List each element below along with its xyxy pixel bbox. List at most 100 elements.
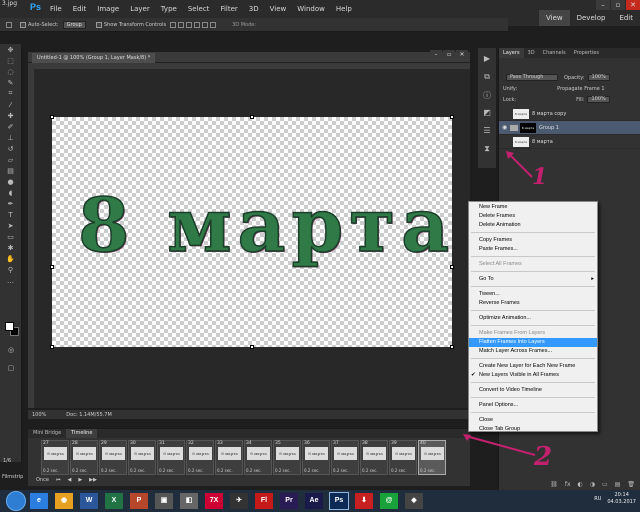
layer-name[interactable]: 8 марта xyxy=(532,139,553,145)
propagate-frame-checkbox[interactable]: Propagate Frame 1 xyxy=(557,86,604,92)
move-tool-icon[interactable]: ✥ xyxy=(4,44,18,55)
shape-tool-icon[interactable]: ▭ xyxy=(4,231,18,242)
stamp-tool-icon[interactable]: ⊥ xyxy=(4,132,18,143)
pen-tool-icon[interactable]: ✒ xyxy=(4,198,18,209)
doc-maximize-button[interactable]: ▫ xyxy=(443,50,455,59)
adjustments-panel-icon[interactable]: ◩ xyxy=(481,108,493,120)
taskbar-app-icon[interactable]: W xyxy=(80,493,98,509)
context-menu-item[interactable]: New Frame xyxy=(469,203,597,212)
menu-file[interactable]: File xyxy=(50,5,62,13)
eye-icon[interactable]: ◉ xyxy=(502,124,510,131)
layer-mask-thumbnail[interactable]: 8 марта xyxy=(520,122,536,133)
hand-tool-icon[interactable]: ✋ xyxy=(4,253,18,264)
workspace-tab-view[interactable]: View xyxy=(538,10,570,26)
transform-handle-mr[interactable] xyxy=(450,265,454,269)
taskbar-app-icon[interactable]: 7X xyxy=(205,493,223,509)
frame-delay-dropdown[interactable]: 0.2 sec. xyxy=(246,468,262,473)
next-frame-icon[interactable]: ▶▶ xyxy=(89,477,97,483)
transform-handle-tl[interactable] xyxy=(50,115,54,119)
context-menu-item[interactable]: Reverse Frames xyxy=(469,299,597,308)
taskbar-app-icon[interactable]: Ps xyxy=(329,492,349,510)
menu-edit[interactable]: Edit xyxy=(73,5,87,13)
tab-properties[interactable]: Properties xyxy=(570,48,603,58)
loop-dropdown[interactable]: Once xyxy=(36,477,49,483)
frame-delay-dropdown[interactable]: 0.2 sec. xyxy=(217,468,233,473)
context-menu-item[interactable]: Copy Frames xyxy=(469,236,597,245)
context-menu-item[interactable]: Match Layer Across Frames... xyxy=(469,347,597,356)
crop-tool-icon[interactable]: ⌗ xyxy=(4,88,18,99)
eraser-tool-icon[interactable]: ▱ xyxy=(4,154,18,165)
history-panel-icon[interactable]: ⧉ xyxy=(481,72,493,84)
play-icon[interactable]: ▶ xyxy=(78,477,82,483)
tab-mini-bridge[interactable]: Mini Bridge xyxy=(28,429,66,438)
tab-timeline[interactable]: Timeline xyxy=(66,429,98,438)
transform-handle-br[interactable] xyxy=(450,345,454,349)
align-top-icon[interactable] xyxy=(170,21,177,28)
fill-input[interactable]: 100% xyxy=(587,96,610,103)
taskbar-app-icon[interactable]: ◉ xyxy=(55,493,73,509)
taskbar-app-icon[interactable]: Fl xyxy=(255,493,273,509)
context-menu-item[interactable]: Optimize Animation... xyxy=(469,314,597,323)
frame-delay-dropdown[interactable]: 0.2 sec. xyxy=(101,468,117,473)
menu-image[interactable]: Image xyxy=(97,5,119,13)
taskbar-app-icon[interactable]: e xyxy=(30,493,48,509)
timeline-frame[interactable]: 38 8 марта 0.2 sec. xyxy=(360,440,388,475)
taskbar-app-icon[interactable]: ◆ xyxy=(405,493,423,509)
layer-row[interactable]: 8 марта 8 марта copy xyxy=(499,107,640,121)
add-mask-icon[interactable]: ◐ xyxy=(578,481,583,488)
workspace-tab-develop[interactable]: Develop xyxy=(570,10,613,26)
path-select-tool-icon[interactable]: ➤ xyxy=(4,220,18,231)
menu-type[interactable]: Type xyxy=(161,5,177,13)
taskbar-app-icon[interactable]: P xyxy=(130,493,148,509)
align-left-icon[interactable] xyxy=(194,21,201,28)
screen-mode-icon[interactable]: ▢ xyxy=(4,362,18,373)
layer-name[interactable]: 8 марта copy xyxy=(532,111,566,117)
timeline-frame[interactable]: 40 8 марта 0.2 sec. xyxy=(418,440,446,475)
context-menu-item[interactable]: Create New Layer for Each New Frame xyxy=(469,362,597,371)
delete-layer-icon[interactable]: 🗑 xyxy=(627,481,635,488)
zoom-tool-icon[interactable]: ⚲ xyxy=(4,264,18,275)
frame-delay-dropdown[interactable]: 0.2 sec. xyxy=(188,468,204,473)
frame-delay-dropdown[interactable]: 0.2 sec. xyxy=(362,468,378,473)
context-menu-item[interactable]: Convert to Video Timeline xyxy=(469,386,597,395)
3d-tool-icon[interactable]: ✱ xyxy=(4,242,18,253)
taskbar-app-icon[interactable]: ✈ xyxy=(230,493,248,509)
taskbar-app-icon[interactable]: X xyxy=(105,493,123,509)
extra-tools-icon[interactable]: … xyxy=(4,275,18,286)
opacity-input[interactable]: 100% xyxy=(587,74,610,81)
ruler-vertical[interactable] xyxy=(28,69,34,408)
menu-select[interactable]: Select xyxy=(188,5,210,13)
menu-filter[interactable]: Filter xyxy=(220,5,237,13)
transform-handle-ml[interactable] xyxy=(50,265,54,269)
zoom-level[interactable]: 100% xyxy=(32,412,46,418)
healing-tool-icon[interactable]: ✚ xyxy=(4,110,18,121)
transform-handle-bc[interactable] xyxy=(250,345,254,349)
clock[interactable]: 20:14 04.03.2017 xyxy=(607,492,636,506)
timeline-panel-icon[interactable]: ⧗ xyxy=(481,144,493,156)
frame-delay-dropdown[interactable]: 0.2 sec. xyxy=(72,468,88,473)
menu-view[interactable]: View xyxy=(270,5,287,13)
layer-style-icon[interactable]: fx xyxy=(565,481,571,488)
transform-handle-tr[interactable] xyxy=(450,115,454,119)
move-tool-icon[interactable] xyxy=(6,21,12,28)
taskbar-app-icon[interactable]: @ xyxy=(380,493,398,509)
transform-handle-bl[interactable] xyxy=(50,345,54,349)
context-menu-item[interactable]: New Layers Visible in All Frames ✔ xyxy=(469,371,597,380)
new-group-icon[interactable]: ▭ xyxy=(602,481,608,488)
timeline-frame[interactable]: 35 8 марта 0.2 sec. xyxy=(273,440,301,475)
doc-minimize-button[interactable]: – xyxy=(430,50,442,59)
foreground-color-swatch[interactable] xyxy=(5,322,14,331)
timeline-frame[interactable]: 27 8 марта 0.2 sec. xyxy=(41,440,69,475)
blend-mode-dropdown[interactable]: Pass Through xyxy=(506,74,558,81)
frame-delay-dropdown[interactable]: 0.2 sec. xyxy=(333,468,349,473)
eyedropper-tool-icon[interactable]: ⁄ xyxy=(4,99,18,110)
context-menu-item[interactable]: Flatten Frames Into Layers xyxy=(469,338,597,347)
frame-delay-dropdown[interactable]: 0.2 sec. xyxy=(304,468,320,473)
timeline-frame[interactable]: 32 8 марта 0.2 sec. xyxy=(186,440,214,475)
quick-mask-icon[interactable]: ◎ xyxy=(4,344,18,355)
context-menu-item[interactable]: Tween... xyxy=(469,290,597,299)
frame-delay-dropdown[interactable]: 0.2 sec. xyxy=(275,468,291,473)
timeline-frame[interactable]: 36 8 марта 0.2 sec. xyxy=(302,440,330,475)
info-panel-icon[interactable]: ⓘ xyxy=(481,90,493,102)
prev-frame-icon[interactable]: ◀ xyxy=(67,477,71,483)
